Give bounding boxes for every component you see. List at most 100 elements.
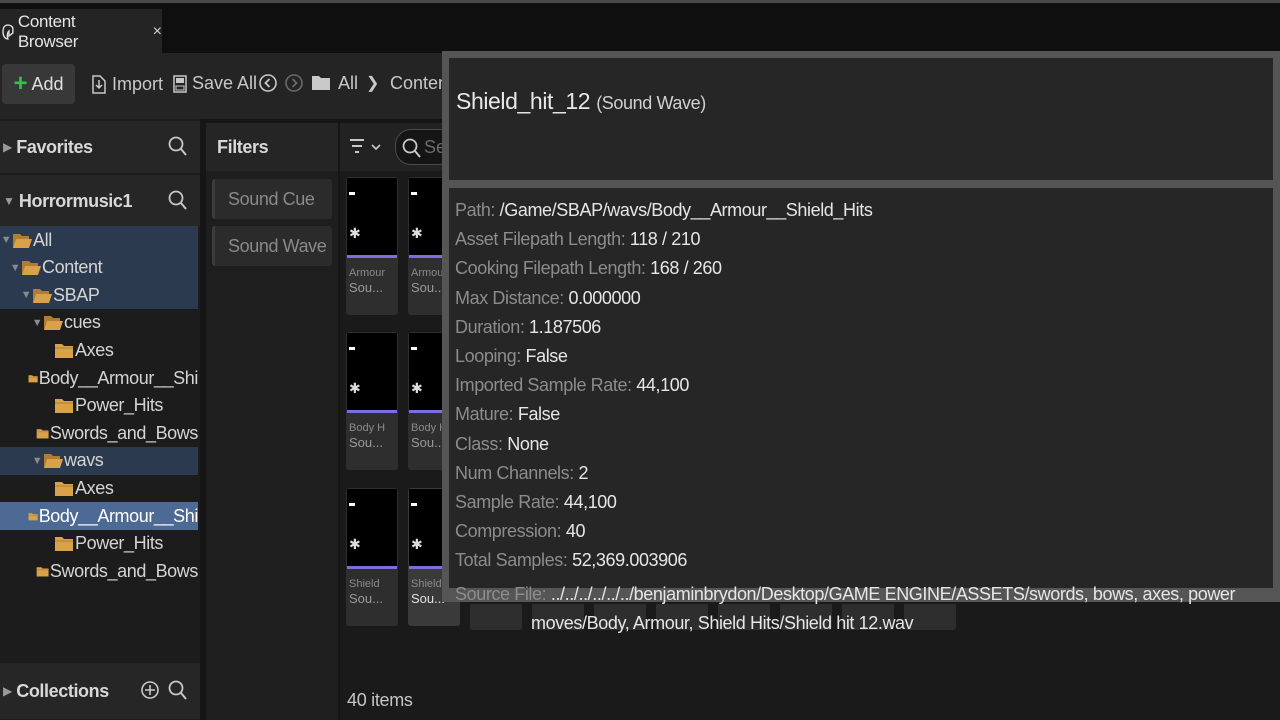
collections-header[interactable]: ▶ Collections xyxy=(0,663,200,719)
asset-tile[interactable]: ✱ Body H Sou... xyxy=(346,332,398,470)
import-button[interactable]: Import xyxy=(90,73,163,95)
history-back-button[interactable] xyxy=(258,73,282,93)
tooltip-properties: Path: /Game/SBAP/wavs/Body__Armour__Shie… xyxy=(449,188,1273,633)
add-button[interactable]: + Add xyxy=(2,64,75,104)
property-value: 44,100 xyxy=(563,492,617,512)
expand-arrow-icon[interactable]: ▼ xyxy=(0,234,12,246)
filter-chip-sound-wave[interactable]: Sound Wave xyxy=(212,226,332,266)
asset-type-bar xyxy=(347,566,397,569)
property-key: Asset Filepath Length: xyxy=(455,229,626,250)
asset-tile-type: Sou... xyxy=(411,591,445,606)
folder-label: SBAP xyxy=(53,284,100,305)
expand-arrow-icon[interactable]: ▼ xyxy=(31,455,43,467)
asset-tooltip: Shield_hit_12 (Sound Wave) Path: /Game/S… xyxy=(442,51,1280,633)
asset-tile-type: Sou... xyxy=(349,591,383,606)
property-value: 44,100 xyxy=(636,375,689,396)
folder-label: Power_Hits xyxy=(75,395,164,416)
folder-label: Body__Armour__Shi xyxy=(38,367,198,388)
folder-tree-item[interactable]: ▼ Content xyxy=(0,253,198,282)
property-key: Cooking Filepath Length: xyxy=(455,258,646,279)
asset-tile-type: Sou... xyxy=(349,280,383,295)
property-key: Compression: xyxy=(455,521,562,542)
collapse-arrow-icon: ▶ xyxy=(3,140,13,154)
import-label: Import xyxy=(112,73,164,94)
property-key: Imported Sample Rate: xyxy=(455,375,632,396)
folder-tree-item[interactable]: ▼ SBAP xyxy=(0,281,198,310)
tooltip-property: Imported Sample Rate: 44,100 xyxy=(455,375,689,396)
folder-icon xyxy=(36,566,49,577)
project-label: Horrormusic1 xyxy=(18,190,133,211)
folder-icon xyxy=(312,76,330,90)
property-value: False xyxy=(517,404,560,425)
expand-arrow-icon[interactable]: ▼ xyxy=(31,317,43,329)
asset-tile[interactable]: ✱ Shield Sou... xyxy=(346,488,398,626)
tooltip-property: Total Samples: 52,369.003906 xyxy=(455,550,687,571)
sound-icon: ✱ xyxy=(411,225,423,241)
folder-open-icon xyxy=(44,316,63,331)
tooltip-property: Class: None xyxy=(455,434,549,455)
history-forward-button[interactable] xyxy=(284,73,308,93)
sound-icon: ✱ xyxy=(349,380,361,396)
property-key: Path: xyxy=(455,200,496,220)
asset-tile[interactable]: ✱ Armour Sou... xyxy=(346,177,398,315)
folder-tree-item[interactable]: Body__Armour__Shi xyxy=(0,364,198,392)
favorites-header[interactable]: ▶ Favorites xyxy=(0,121,200,173)
folder-tree-item[interactable]: Axes xyxy=(0,474,198,502)
folder-label: Body__Armour__Shi xyxy=(38,505,198,526)
property-key: Looping: xyxy=(455,346,521,366)
folder-icon xyxy=(28,512,38,520)
property-key: Total Samples: xyxy=(455,550,568,571)
property-key: Class: xyxy=(455,433,503,454)
filter-icon[interactable] xyxy=(348,137,382,157)
folder-tree-item[interactable]: Axes xyxy=(0,336,198,364)
tab-content-browser[interactable]: Content Browser × xyxy=(0,9,162,55)
content-browser-icon xyxy=(2,24,14,40)
folder-icon xyxy=(55,537,73,552)
search-icon[interactable] xyxy=(168,679,188,701)
folder-tree-item[interactable]: Body__Armour__Shi xyxy=(0,502,198,530)
folder-tree-item[interactable]: ▼ wavs xyxy=(0,446,198,475)
folder-tree-item[interactable]: Power_Hits xyxy=(0,392,198,420)
asset-type-bar xyxy=(347,255,397,258)
property-key: Sample Rate: xyxy=(455,492,560,512)
asset-tile-type: Sou... xyxy=(349,435,383,450)
folder-label: Axes xyxy=(75,339,114,360)
folder-label: cues xyxy=(64,312,101,333)
property-key: Num Channels: xyxy=(455,462,574,483)
tooltip-property: Duration: 1.187506 xyxy=(455,317,601,338)
project-header[interactable]: ▼ Horrormusic1 xyxy=(0,175,200,227)
folder-tree-item[interactable]: Swords_and_Bows xyxy=(0,419,198,447)
browse-folders-button[interactable] xyxy=(311,73,335,91)
save-all-button[interactable]: Save All xyxy=(172,73,257,94)
tooltip-header: Shield_hit_12 (Sound Wave) xyxy=(449,58,1273,180)
expand-arrow-icon[interactable]: ▼ xyxy=(9,262,21,274)
folder-open-icon xyxy=(33,288,52,303)
folder-tree-item[interactable]: ▼ All xyxy=(0,226,198,254)
filter-chip-sound-cue[interactable]: Sound Cue xyxy=(212,179,332,219)
breadcrumb-all[interactable]: All xyxy=(338,73,358,94)
tab-close-icon[interactable]: × xyxy=(153,23,162,41)
folder-tree-item[interactable]: ▼ cues xyxy=(0,309,198,337)
property-key: Mature: xyxy=(455,404,514,425)
folder-open-icon xyxy=(44,454,63,469)
tab-title: Content Browser xyxy=(17,12,79,51)
forward-arrow-icon xyxy=(285,74,303,92)
expand-arrow-icon[interactable]: ▼ xyxy=(20,289,32,301)
folder-tree-item[interactable]: Swords_and_Bows xyxy=(0,557,198,585)
property-value: 0.000000 xyxy=(568,287,641,308)
sound-wave-thumbnail: ✱ xyxy=(347,489,397,567)
asset-tile-name: Armour xyxy=(349,267,386,279)
tooltip-property: Looping: False xyxy=(455,346,568,367)
add-collection-icon[interactable] xyxy=(140,679,160,701)
search-icon xyxy=(402,138,421,158)
tooltip-property: Mature: False xyxy=(455,404,560,425)
search-icon[interactable] xyxy=(168,135,188,157)
folder-label: Axes xyxy=(75,477,114,498)
sources-panel: ▶ Favorites ▼ Horrormusic1 ▼ All ▼ Content ▼… xyxy=(0,119,200,720)
property-value: 2 xyxy=(578,462,589,483)
collections-label: Collections xyxy=(16,680,109,701)
search-icon[interactable] xyxy=(168,189,188,211)
folder-tree-item[interactable]: Power_Hits xyxy=(0,530,198,558)
folder-label: wavs xyxy=(64,450,104,471)
tooltip-property: Sample Rate: 44,100 xyxy=(455,492,617,513)
